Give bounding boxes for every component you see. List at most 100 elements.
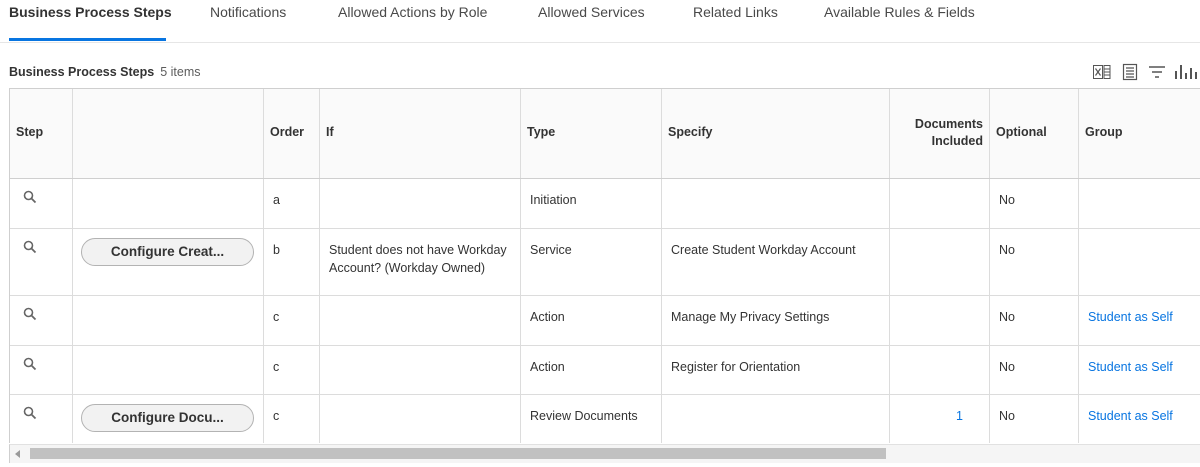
header-group[interactable]: Group <box>1079 89 1200 178</box>
tab-notifications[interactable]: Notifications <box>210 4 286 20</box>
action-cell <box>73 346 264 394</box>
if-cell <box>320 346 521 394</box>
header-optional[interactable]: Optional <box>990 89 1079 178</box>
step-cell <box>10 296 73 345</box>
header-type-label: Type <box>527 125 556 139</box>
documents-cell <box>890 346 990 394</box>
group-cell: Student as Self <box>1079 346 1200 394</box>
export-excel-icon[interactable] <box>1092 62 1112 82</box>
view-toggle-icon[interactable] <box>1120 62 1140 82</box>
if-cell <box>320 296 521 345</box>
action-cell <box>73 179 264 228</box>
header-documents-included[interactable]: Documents Included <box>890 89 990 178</box>
action-cell: Configure Creat... <box>73 229 264 295</box>
type-cell: Review Documents <box>521 395 662 443</box>
tab-related-links[interactable]: Related Links <box>693 4 778 20</box>
search-icon[interactable] <box>23 357 37 371</box>
specify-value: Create Student Workday Account <box>671 243 856 257</box>
optional-cell: No <box>990 395 1079 443</box>
group-cell: Student as Self <box>1079 296 1200 345</box>
search-icon[interactable] <box>23 406 37 420</box>
header-action <box>73 89 264 178</box>
table-row: c Action Manage My Privacy Settings No S… <box>10 296 1200 346</box>
optional-cell: No <box>990 229 1079 295</box>
step-cell <box>10 229 73 295</box>
specify-cell: Manage My Privacy Settings <box>662 296 890 345</box>
if-cell <box>320 179 521 228</box>
grid-header-row: Step Order If Type Specify Documents Incl… <box>10 89 1200 179</box>
step-cell <box>10 395 73 443</box>
group-link[interactable]: Student as Self <box>1088 407 1193 425</box>
header-order[interactable]: Order <box>264 89 320 178</box>
type-cell: Service <box>521 229 662 295</box>
header-documents-included-label: Documents Included <box>915 116 983 150</box>
order-cell: b <box>264 229 320 295</box>
optional-value: No <box>999 409 1015 423</box>
documents-value[interactable]: 1 <box>956 407 963 425</box>
optional-cell: No <box>990 179 1079 228</box>
type-value: Service <box>530 243 572 257</box>
documents-cell: 1 <box>890 395 990 443</box>
header-specify-label: Specify <box>668 125 713 139</box>
specify-cell: Register for Orientation <box>662 346 890 394</box>
group-link[interactable]: Student as Self <box>1088 308 1193 326</box>
documents-cell <box>890 179 990 228</box>
item-count: 5 items <box>160 65 201 79</box>
order-value: b <box>273 243 280 257</box>
step-cell <box>10 346 73 394</box>
group-cell: Student as Self <box>1079 395 1200 443</box>
type-value: Action <box>530 360 565 374</box>
table-row: a Initiation No <box>10 179 1200 229</box>
group-cell <box>1079 229 1200 295</box>
order-cell: c <box>264 395 320 443</box>
tab-allowed-services[interactable]: Allowed Services <box>538 4 645 20</box>
type-value: Action <box>530 310 565 324</box>
filter-icon[interactable] <box>1147 62 1167 82</box>
tab-available-rules-fields[interactable]: Available Rules & Fields <box>824 4 975 20</box>
table-row: Configure Creat... b Student does not ha… <box>10 229 1200 296</box>
search-icon[interactable] <box>23 307 37 321</box>
tab-business-process-steps[interactable]: Business Process Steps <box>9 4 172 20</box>
order-cell: c <box>264 296 320 345</box>
table-row: Configure Docu... c Review Documents 1 N… <box>10 395 1200 443</box>
order-value: c <box>273 310 280 324</box>
if-value: Student does not have Workday Account? (… <box>329 243 507 275</box>
order-value: c <box>273 409 280 423</box>
specify-cell <box>662 179 890 228</box>
header-type[interactable]: Type <box>521 89 662 178</box>
scroll-left-arrow-icon[interactable] <box>15 450 20 458</box>
optional-value: No <box>999 310 1015 324</box>
scrollbar-thumb[interactable] <box>30 448 886 459</box>
action-cell <box>73 296 264 345</box>
configure-create-button[interactable]: Configure Creat... <box>81 238 254 266</box>
section-title-text: Business Process Steps <box>9 65 155 79</box>
order-cell: c <box>264 346 320 394</box>
specify-value: Register for Orientation <box>671 360 801 374</box>
type-value: Initiation <box>530 193 577 207</box>
optional-value: No <box>999 193 1015 207</box>
header-documents-line1: Documents <box>914 117 983 131</box>
header-specify[interactable]: Specify <box>662 89 890 178</box>
column-chart-icon[interactable] <box>1174 62 1197 82</box>
type-value: Review Documents <box>530 409 638 423</box>
section-title: Business Process Steps 5 items <box>9 65 201 79</box>
active-tab-indicator <box>9 38 166 41</box>
optional-value: No <box>999 243 1015 257</box>
horizontal-scrollbar[interactable] <box>9 444 1200 463</box>
header-step-label: Step <box>16 125 44 139</box>
search-icon[interactable] <box>23 190 37 204</box>
order-value: a <box>273 193 280 207</box>
header-documents-line2: Included <box>931 134 983 148</box>
table-row: c Action Register for Orientation No Stu… <box>10 346 1200 395</box>
business-process-steps-grid: Step Order If Type Specify Documents Incl… <box>9 88 1200 443</box>
configure-documents-button[interactable]: Configure Docu... <box>81 404 254 432</box>
tab-allowed-actions-by-role[interactable]: Allowed Actions by Role <box>338 4 487 20</box>
search-icon[interactable] <box>23 240 37 254</box>
step-cell <box>10 179 73 228</box>
header-if[interactable]: If <box>320 89 521 178</box>
group-cell <box>1079 179 1200 228</box>
optional-cell: No <box>990 296 1079 345</box>
header-step[interactable]: Step <box>10 89 73 178</box>
group-link[interactable]: Student as Self <box>1088 358 1193 376</box>
specify-value: Manage My Privacy Settings <box>671 310 830 324</box>
